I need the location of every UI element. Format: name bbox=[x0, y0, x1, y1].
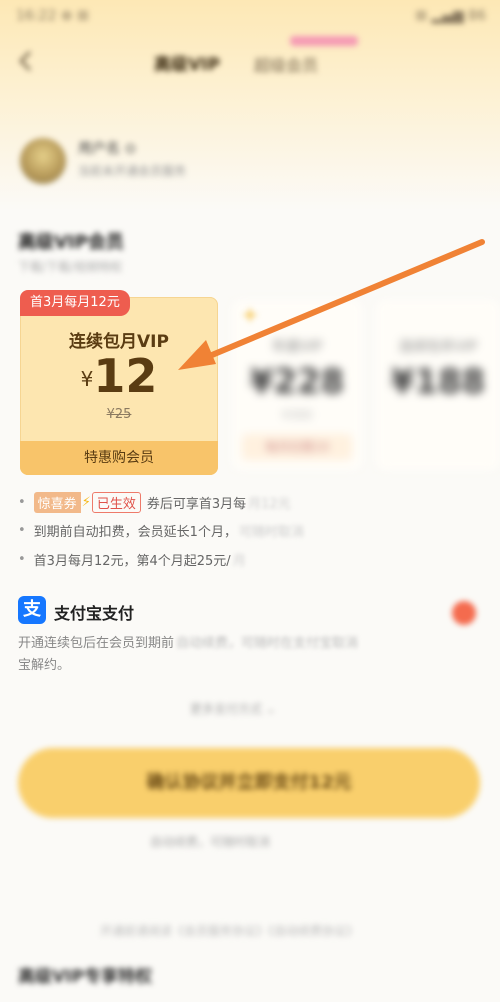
bullet-dot: • bbox=[18, 552, 26, 567]
annotation-arrow-icon bbox=[178, 239, 485, 370]
avatar bbox=[20, 138, 66, 184]
payment-desc-text: 开通连续包后在会员到期前 bbox=[18, 636, 175, 651]
plan-original-price: ¥300 bbox=[281, 408, 313, 422]
payment-radio-checked[interactable] bbox=[452, 601, 476, 625]
status-bar-right: ⊞ ▂▄▆ 86 bbox=[415, 8, 486, 24]
back-arrow-icon[interactable] bbox=[12, 46, 42, 76]
benefit-text-faded: 可随时取消 bbox=[238, 525, 304, 540]
benefit-coupon: • 惊喜券 ⚡ 已生效 券后可享首3月每 月12元 bbox=[18, 492, 291, 513]
cta-subtext: 自动续费，可随时取消 bbox=[150, 835, 271, 849]
alipay-label[interactable]: 支付宝支付 bbox=[54, 600, 134, 624]
benefit-auto-renew: • 到期前自动扣费，会员延长1个月， 可随时取消 bbox=[18, 521, 304, 540]
tab-vip[interactable]: 高级VIP bbox=[154, 50, 220, 75]
plan-badge: 首3月每月12元 bbox=[20, 290, 130, 316]
alipay-icon: 支 bbox=[18, 596, 46, 624]
plan-footer: 每月仅需19 bbox=[242, 434, 352, 460]
benefit-pricing: • 首3月每月12元，第4个月起25元/月 bbox=[18, 550, 246, 569]
benefit-text-faded: 月 bbox=[232, 554, 246, 569]
agreement-text[interactable]: 开通前请阅读《会员服务协议》《自动续费协议》 bbox=[100, 922, 358, 939]
plan-price-value: 12 bbox=[93, 349, 158, 403]
plan-original-price: ¥25 bbox=[106, 407, 132, 422]
payment-description: 开通连续包后在会员到期前 自动续费，可随时在支付宝取消 宝解约。 bbox=[18, 633, 488, 677]
benefit-text: 券后可享首3月每 bbox=[146, 497, 247, 512]
section2-title: 高级VIP专享特权 bbox=[18, 967, 152, 987]
benefit-text: 到期前自动扣费，会员延长1个月， bbox=[33, 525, 237, 540]
lightning-icon: ⚡ bbox=[81, 495, 91, 510]
payment-desc-end: 宝解约。 bbox=[18, 658, 71, 673]
bullet-dot: • bbox=[18, 523, 26, 538]
surprise-coupon-tag: 惊喜券 bbox=[33, 492, 81, 513]
user-subtitle: 当前未开通会员服务 bbox=[78, 164, 187, 178]
header-background bbox=[0, 0, 500, 210]
tab-super-member[interactable]: 超级会员 bbox=[254, 52, 318, 76]
plan-currency: ¥ bbox=[80, 367, 94, 391]
payment-desc-faded: 自动续费，可随时在支付宝取消 bbox=[176, 636, 359, 651]
benefit-text: 首3月每月12元，第4个月起25元/ bbox=[33, 554, 231, 569]
user-name: 用户名 ⊙ bbox=[78, 141, 137, 157]
section-subtitle: 下载/下载/视频特权 bbox=[18, 260, 123, 274]
confirm-pay-button[interactable]: 确认协议并立即支付12元 bbox=[18, 748, 480, 818]
benefit-text-faded: 月12元 bbox=[248, 497, 291, 512]
status-bar-left: 16:22 ⊕ ⊞ bbox=[16, 8, 89, 24]
section-title: 高级VIP会员 bbox=[18, 232, 124, 253]
more-payment-link[interactable]: 更多支付方式 ⌄ bbox=[190, 700, 276, 717]
effective-tag: 已生效 bbox=[91, 492, 141, 513]
bullet-dot: • bbox=[18, 495, 26, 510]
status-indicator bbox=[290, 36, 358, 46]
plan-footer: 特惠购会员 bbox=[20, 441, 218, 475]
